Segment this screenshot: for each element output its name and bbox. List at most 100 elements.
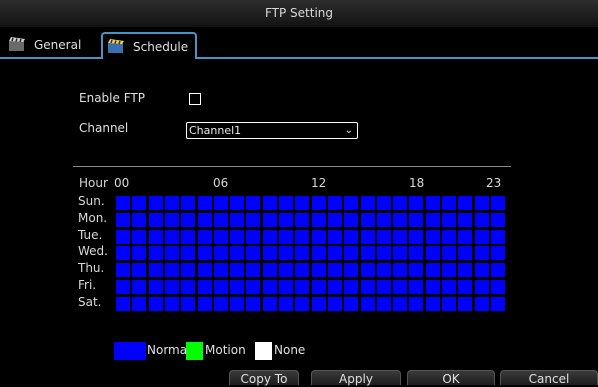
schedule-cell[interactable] [344, 263, 359, 278]
schedule-cell[interactable] [442, 229, 456, 244]
schedule-cell[interactable] [425, 229, 440, 244]
schedule-cell[interactable] [442, 296, 456, 311]
schedule-cell[interactable] [295, 280, 310, 294]
schedule-cell[interactable] [197, 263, 212, 278]
schedule-cell[interactable] [148, 280, 163, 294]
schedule-cell[interactable] [376, 196, 391, 210]
schedule-cell[interactable] [116, 263, 130, 278]
schedule-cell[interactable] [360, 229, 375, 244]
schedule-cell[interactable] [360, 196, 375, 210]
schedule-cell[interactable] [490, 212, 505, 227]
schedule-cell[interactable] [458, 229, 473, 244]
schedule-cell[interactable] [311, 212, 326, 227]
schedule-cell[interactable] [279, 229, 293, 244]
schedule-cell[interactable] [360, 212, 375, 227]
schedule-cell[interactable] [295, 196, 310, 210]
schedule-cell[interactable] [311, 196, 326, 210]
schedule-cell[interactable] [458, 296, 473, 311]
schedule-cell[interactable] [164, 229, 179, 244]
enable-ftp-checkbox[interactable] [189, 93, 201, 105]
schedule-cell[interactable] [474, 212, 489, 227]
schedule-cell[interactable] [409, 229, 424, 244]
schedule-cell[interactable] [197, 280, 212, 294]
schedule-cell[interactable] [409, 280, 424, 294]
schedule-cell[interactable] [279, 212, 293, 227]
schedule-cell[interactable] [311, 246, 326, 261]
schedule-cell[interactable] [116, 229, 130, 244]
schedule-cell[interactable] [164, 246, 179, 261]
schedule-cell[interactable] [344, 196, 359, 210]
schedule-cell[interactable] [164, 212, 179, 227]
schedule-cell[interactable] [474, 246, 489, 261]
schedule-cell[interactable] [116, 296, 130, 311]
tab-schedule[interactable]: Schedule [101, 32, 197, 59]
schedule-cell[interactable] [327, 212, 342, 227]
schedule-cell[interactable] [230, 212, 245, 227]
schedule-cell[interactable] [132, 196, 147, 210]
schedule-cell[interactable] [327, 196, 342, 210]
schedule-cell[interactable] [474, 296, 489, 311]
schedule-cell[interactable] [213, 196, 228, 210]
channel-select[interactable]: Channel1 ⌄ [186, 122, 358, 139]
schedule-cell[interactable] [490, 229, 505, 244]
schedule-cell[interactable] [425, 280, 440, 294]
schedule-cell[interactable] [409, 212, 424, 227]
schedule-cell[interactable] [116, 196, 130, 210]
schedule-cell[interactable] [311, 280, 326, 294]
schedule-cell[interactable] [442, 280, 456, 294]
schedule-cell[interactable] [409, 246, 424, 261]
schedule-cell[interactable] [344, 280, 359, 294]
schedule-cell[interactable] [458, 196, 473, 210]
schedule-cell[interactable] [393, 229, 408, 244]
schedule-cell[interactable] [490, 246, 505, 261]
schedule-cell[interactable] [327, 280, 342, 294]
schedule-cell[interactable] [393, 196, 408, 210]
schedule-cell[interactable] [393, 263, 408, 278]
schedule-cell[interactable] [246, 263, 261, 278]
schedule-cell[interactable] [295, 212, 310, 227]
schedule-cell[interactable] [132, 212, 147, 227]
schedule-cell[interactable] [393, 212, 408, 227]
schedule-cell[interactable] [262, 263, 277, 278]
legend-normal-swatch[interactable] [114, 342, 146, 360]
schedule-cell[interactable] [311, 296, 326, 311]
schedule-cell[interactable] [148, 229, 163, 244]
schedule-cell[interactable] [409, 196, 424, 210]
schedule-cell[interactable] [442, 263, 456, 278]
schedule-cell[interactable] [425, 196, 440, 210]
schedule-cell[interactable] [230, 280, 245, 294]
schedule-cell[interactable] [295, 229, 310, 244]
schedule-cell[interactable] [262, 212, 277, 227]
schedule-cell[interactable] [474, 229, 489, 244]
schedule-cell[interactable] [213, 263, 228, 278]
legend-motion-swatch[interactable] [186, 342, 203, 360]
schedule-cell[interactable] [148, 212, 163, 227]
schedule-cell[interactable] [132, 246, 147, 261]
schedule-cell[interactable] [132, 229, 147, 244]
schedule-cell[interactable] [393, 280, 408, 294]
schedule-cell[interactable] [164, 280, 179, 294]
schedule-cell[interactable] [376, 229, 391, 244]
schedule-cell[interactable] [376, 212, 391, 227]
schedule-cell[interactable] [230, 196, 245, 210]
schedule-cell[interactable] [213, 280, 228, 294]
schedule-cell[interactable] [262, 296, 277, 311]
schedule-cell[interactable] [344, 246, 359, 261]
schedule-cell[interactable] [246, 196, 261, 210]
schedule-cell[interactable] [181, 263, 196, 278]
schedule-cell[interactable] [230, 246, 245, 261]
schedule-cell[interactable] [376, 263, 391, 278]
schedule-cell[interactable] [279, 196, 293, 210]
schedule-cell[interactable] [376, 296, 391, 311]
schedule-cell[interactable] [246, 229, 261, 244]
schedule-cell[interactable] [262, 280, 277, 294]
schedule-cell[interactable] [425, 212, 440, 227]
schedule-cell[interactable] [181, 280, 196, 294]
schedule-cell[interactable] [442, 246, 456, 261]
schedule-cell[interactable] [490, 296, 505, 311]
schedule-cell[interactable] [344, 229, 359, 244]
schedule-cell[interactable] [246, 296, 261, 311]
schedule-cell[interactable] [213, 229, 228, 244]
schedule-cell[interactable] [327, 263, 342, 278]
schedule-cell[interactable] [116, 246, 130, 261]
